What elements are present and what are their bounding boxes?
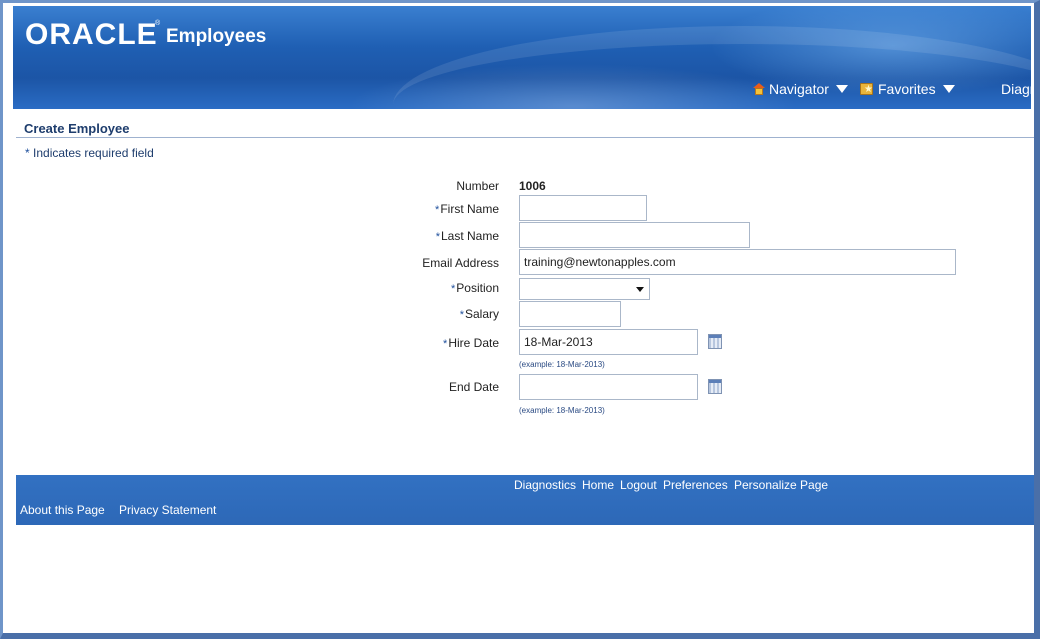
end-date-input[interactable] bbox=[519, 374, 698, 400]
favorites-menu[interactable]: Favorites bbox=[860, 80, 955, 99]
salary-label-text: Salary bbox=[464, 307, 499, 321]
hire-date-label: *Hire Date bbox=[443, 336, 499, 350]
required-star: * bbox=[451, 283, 456, 295]
required-field-note: * Indicates required field bbox=[25, 146, 154, 160]
registered-mark: ® bbox=[155, 20, 161, 27]
navigator-menu[interactable]: Navigator bbox=[753, 80, 848, 98]
home-icon bbox=[753, 83, 765, 95]
calendar-icon[interactable] bbox=[708, 379, 722, 394]
hire-date-input[interactable] bbox=[519, 329, 698, 355]
email-label: Email Address bbox=[422, 256, 499, 270]
page-footer: Diagnostics Home Logout Preferences Pers… bbox=[16, 475, 1034, 525]
application-window: ORACLE ® Employees Navigator Favorites D… bbox=[0, 0, 1040, 639]
branding-header: ORACLE ® Employees Navigator Favorites D… bbox=[13, 6, 1031, 109]
required-star: * bbox=[459, 309, 464, 321]
required-star: * bbox=[25, 146, 30, 160]
favorites-folder-icon bbox=[860, 81, 873, 99]
calendar-icon[interactable] bbox=[708, 334, 722, 349]
required-star: * bbox=[435, 204, 440, 216]
page-title: Create Employee bbox=[24, 121, 130, 136]
first-name-label-text: First Name bbox=[440, 202, 499, 216]
position-select[interactable] bbox=[519, 278, 650, 300]
oracle-logo: ORACLE bbox=[25, 18, 158, 51]
favorites-label: Favorites bbox=[878, 81, 936, 97]
chevron-down-icon bbox=[942, 85, 955, 93]
number-value: 1006 bbox=[519, 179, 546, 193]
last-name-label-text: Last Name bbox=[440, 229, 499, 243]
footer-link-logout[interactable]: Logout bbox=[620, 478, 657, 492]
application-name: Employees bbox=[166, 26, 267, 47]
end-date-label: End Date bbox=[448, 380, 499, 394]
hire-date-hint: (example: 18-Mar-2013) bbox=[519, 360, 605, 369]
last-name-label: *Last Name bbox=[436, 229, 499, 243]
footer-link-preferences[interactable]: Preferences bbox=[663, 478, 728, 492]
dropdown-arrow-icon bbox=[636, 287, 644, 292]
first-name-label: *First Name bbox=[435, 202, 499, 216]
navigator-label: Navigator bbox=[769, 81, 829, 97]
number-label: Number bbox=[456, 179, 499, 193]
salary-input[interactable] bbox=[519, 301, 621, 327]
title-divider bbox=[16, 137, 1034, 138]
position-label: *Position bbox=[451, 281, 499, 295]
privacy-statement-link[interactable]: Privacy Statement bbox=[119, 503, 216, 517]
required-note-text: Indicates required field bbox=[33, 146, 154, 160]
diagnostics-link[interactable]: Diagnos bbox=[1001, 80, 1031, 98]
hire-date-label-text: Hire Date bbox=[448, 336, 499, 350]
end-date-hint: (example: 18-Mar-2013) bbox=[519, 406, 605, 415]
footer-link-diagnostics[interactable]: Diagnostics bbox=[514, 478, 576, 492]
required-star: * bbox=[435, 231, 440, 243]
salary-label: *Salary bbox=[460, 307, 499, 321]
email-input[interactable] bbox=[519, 249, 956, 275]
footer-link-personalize-page[interactable]: Personalize Page bbox=[734, 478, 828, 492]
required-star: * bbox=[443, 338, 448, 350]
position-label-text: Position bbox=[456, 281, 499, 295]
chevron-down-icon bbox=[835, 85, 848, 93]
footer-link-home[interactable]: Home bbox=[582, 478, 614, 492]
last-name-input[interactable] bbox=[519, 222, 750, 248]
first-name-input[interactable] bbox=[519, 195, 647, 221]
about-this-page-link[interactable]: About this Page bbox=[20, 503, 105, 517]
